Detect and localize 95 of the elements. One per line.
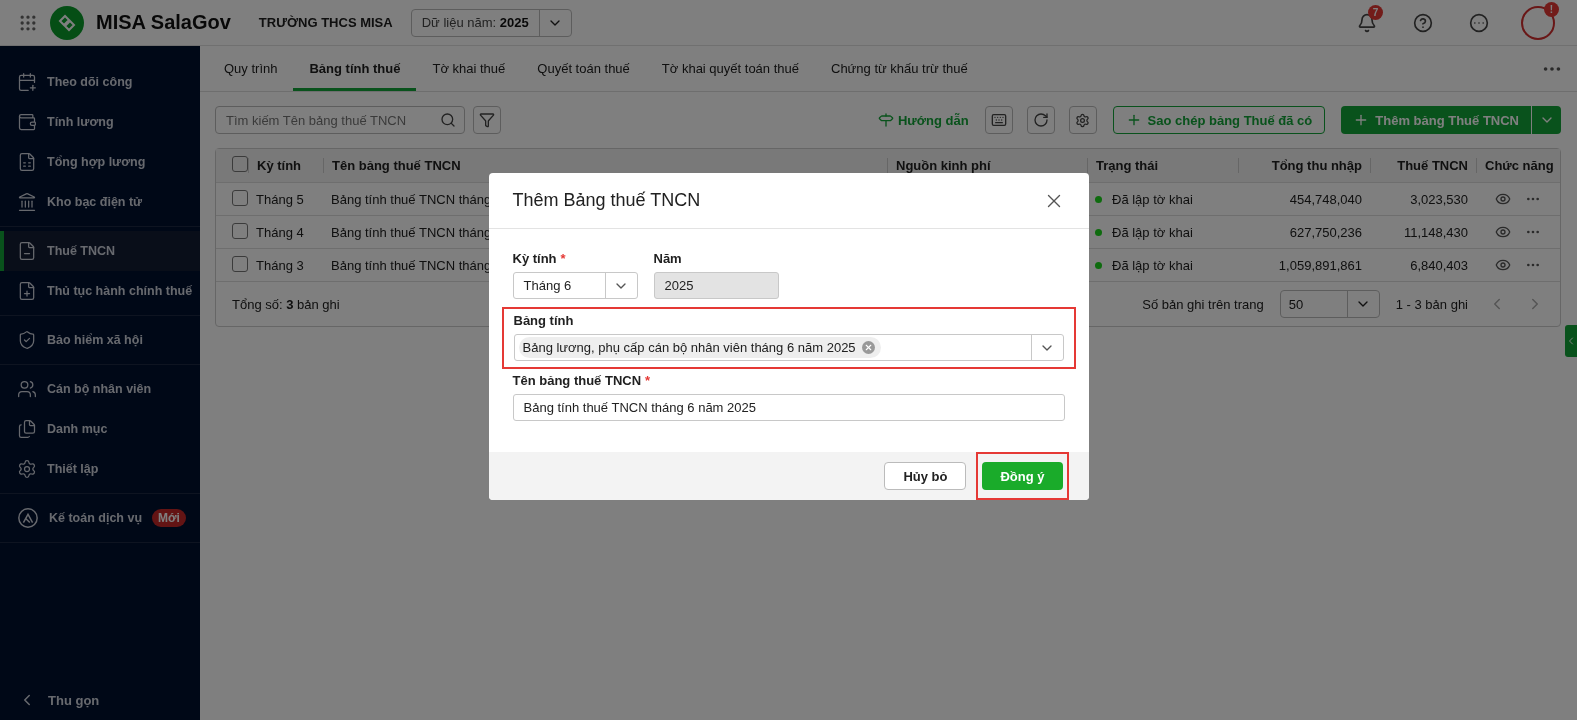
calendar-icon bbox=[17, 72, 37, 92]
tab[interactable]: Bảng tính thuế bbox=[293, 46, 417, 91]
table-cell-text: 3,023,530 bbox=[1409, 191, 1469, 207]
checkbox[interactable] bbox=[232, 255, 248, 272]
field-label: Tên bảng thuế TNCN * bbox=[512, 373, 652, 388]
filter-icon bbox=[479, 112, 495, 128]
add-table-button[interactable]: Thêm bảng Thuế TNCN bbox=[1341, 106, 1531, 134]
tab[interactable]: Quyết toán thuế bbox=[521, 46, 646, 91]
sidebar-item[interactable]: Bảo hiểm xã hội bbox=[0, 320, 200, 360]
field-label: Năm bbox=[653, 251, 683, 266]
add-options-button[interactable] bbox=[1531, 106, 1561, 134]
new-badge: Mới bbox=[152, 509, 186, 527]
table-cell-text: Tháng 4 bbox=[255, 224, 305, 240]
table-cell-text: 627,750,236 bbox=[1288, 224, 1363, 240]
view-icon[interactable] bbox=[1495, 224, 1511, 240]
app-name: MISA SalaGov bbox=[96, 11, 231, 34]
table-cell-text: 454,748,040 bbox=[1288, 191, 1363, 207]
table-cell-text: 11,148,430 bbox=[1402, 224, 1469, 240]
field-label: Bảng tính bbox=[513, 313, 575, 328]
table-cell-text: Tháng 3 bbox=[255, 257, 305, 273]
checkbox[interactable] bbox=[232, 156, 248, 172]
spreadsheet-select[interactable]: Bảng lương, phụ cấp cán bộ nhân viên tháng 6 năm 2025 bbox=[513, 334, 1064, 361]
document-plus-icon bbox=[17, 281, 37, 301]
tab[interactable]: Tờ khai thuế bbox=[416, 46, 522, 91]
notification-button[interactable]: 7 bbox=[1349, 4, 1385, 41]
refresh-icon bbox=[1032, 112, 1049, 128]
record-range: 1 - 3 bản ghi bbox=[1395, 296, 1468, 312]
collapse-button[interactable]: Thu gọn bbox=[0, 680, 200, 720]
tab[interactable]: Chứng từ khấu trừ thuế bbox=[815, 46, 984, 91]
checkbox[interactable] bbox=[232, 222, 248, 239]
view-icon[interactable] bbox=[1495, 191, 1511, 207]
column-header: Chức năng bbox=[1476, 158, 1562, 173]
keyboard-button[interactable] bbox=[984, 106, 1013, 134]
settings-button[interactable] bbox=[1068, 106, 1097, 134]
sidebar-item[interactable]: Kế toán dịch vụ Mới bbox=[0, 498, 200, 538]
sidebar-item[interactable]: Thiết lập bbox=[0, 449, 200, 489]
checkbox[interactable] bbox=[232, 189, 248, 206]
filter-button[interactable] bbox=[473, 106, 501, 134]
total-records: Tổng số: 3 bản ghi bbox=[232, 296, 340, 312]
status-text: Đã lập tờ khai bbox=[1112, 224, 1193, 240]
people-icon bbox=[17, 379, 37, 399]
bank-icon bbox=[17, 192, 37, 212]
gear-icon bbox=[17, 459, 37, 479]
selected-tag: Bảng lương, phụ cấp cán bộ nhân viên tháng 6 năm 2025 bbox=[518, 337, 881, 358]
sidebar-item[interactable]: Tính lương bbox=[0, 102, 200, 142]
document-icon bbox=[17, 241, 37, 261]
panel-toggle-button[interactable] bbox=[1565, 325, 1577, 357]
help-icon bbox=[1413, 12, 1433, 33]
sidebar-item[interactable]: Kho bạc điện tử bbox=[0, 182, 200, 222]
documents-icon bbox=[17, 419, 37, 439]
shield-icon bbox=[17, 330, 37, 350]
sidebar-item[interactable]: Danh mục bbox=[0, 409, 200, 449]
search-field[interactable]: Tìm kiếm Tên bảng thuế TNCN bbox=[215, 106, 465, 134]
page-size-label: Số bản ghi trên trang bbox=[1142, 296, 1264, 312]
column-header: Tổng thu nhập bbox=[1238, 158, 1370, 173]
notification-badge: 7 bbox=[1368, 4, 1383, 20]
year-select[interactable]: Dữ liệu năm: 2025 bbox=[410, 8, 572, 37]
sidebar-item[interactable]: Cán bộ nhân viên bbox=[0, 369, 200, 409]
name-input-field[interactable]: Bảng tính thuế TNCN tháng 6 năm 2025 bbox=[512, 394, 1065, 421]
table-cell-text: 6,840,403 bbox=[1409, 257, 1469, 273]
search-icon bbox=[440, 112, 456, 128]
status-text: Đã lập tờ khai bbox=[1112, 191, 1193, 207]
field-label: Kỳ tính * bbox=[512, 251, 567, 266]
page-size-select[interactable]: 50 bbox=[1279, 290, 1380, 318]
column-header: Kỳ tính bbox=[248, 158, 323, 173]
table-cell-text: 1,059,891,861 bbox=[1277, 257, 1363, 273]
logo-icon bbox=[50, 5, 84, 40]
table-cell-text: Tháng 5 bbox=[255, 191, 305, 207]
sidebar-item[interactable]: Tổng hợp lương bbox=[0, 142, 200, 182]
document-icon bbox=[17, 152, 37, 172]
column-header: Trạng thái bbox=[1087, 158, 1238, 173]
dialog-title: Thêm Bảng thuế TNCN bbox=[512, 190, 701, 211]
confirm-button[interactable]: Đồng ý bbox=[982, 462, 1063, 490]
sidebar-item[interactable]: Theo dõi công bbox=[0, 62, 200, 102]
status-text: Đã lập tờ khai bbox=[1112, 257, 1193, 273]
sidebar-item[interactable]: Thuế TNCN bbox=[0, 231, 200, 271]
period-select[interactable]: Tháng 6 bbox=[512, 272, 638, 299]
circle-letter-icon bbox=[17, 507, 39, 529]
refresh-button[interactable] bbox=[1026, 106, 1055, 134]
copy-table-button[interactable]: Sao chép bảng Thuế đã có bbox=[1112, 106, 1326, 134]
tab[interactable]: Tờ khai quyết toán thuế bbox=[645, 46, 815, 91]
remove-tag-icon[interactable] bbox=[861, 341, 875, 354]
sidebar-item[interactable]: Thủ tục hành chính thuế bbox=[0, 271, 200, 311]
wallet-icon bbox=[17, 112, 37, 132]
view-icon[interactable] bbox=[1495, 257, 1511, 273]
guide-link[interactable]: Hướng dẫn bbox=[877, 112, 969, 128]
settings-icon bbox=[1075, 112, 1091, 128]
keyboard-icon bbox=[990, 112, 1007, 128]
signpost-icon bbox=[877, 112, 894, 128]
column-header: Thuế TNCN bbox=[1370, 158, 1476, 173]
cancel-button[interactable]: Hủy bỏ bbox=[884, 462, 967, 490]
alert-badge: ! bbox=[1544, 1, 1559, 17]
more-icon bbox=[1469, 12, 1489, 33]
tab[interactable]: Quy trình bbox=[208, 46, 294, 91]
organization-name: TRƯỜNG THCS MISA bbox=[258, 15, 393, 30]
